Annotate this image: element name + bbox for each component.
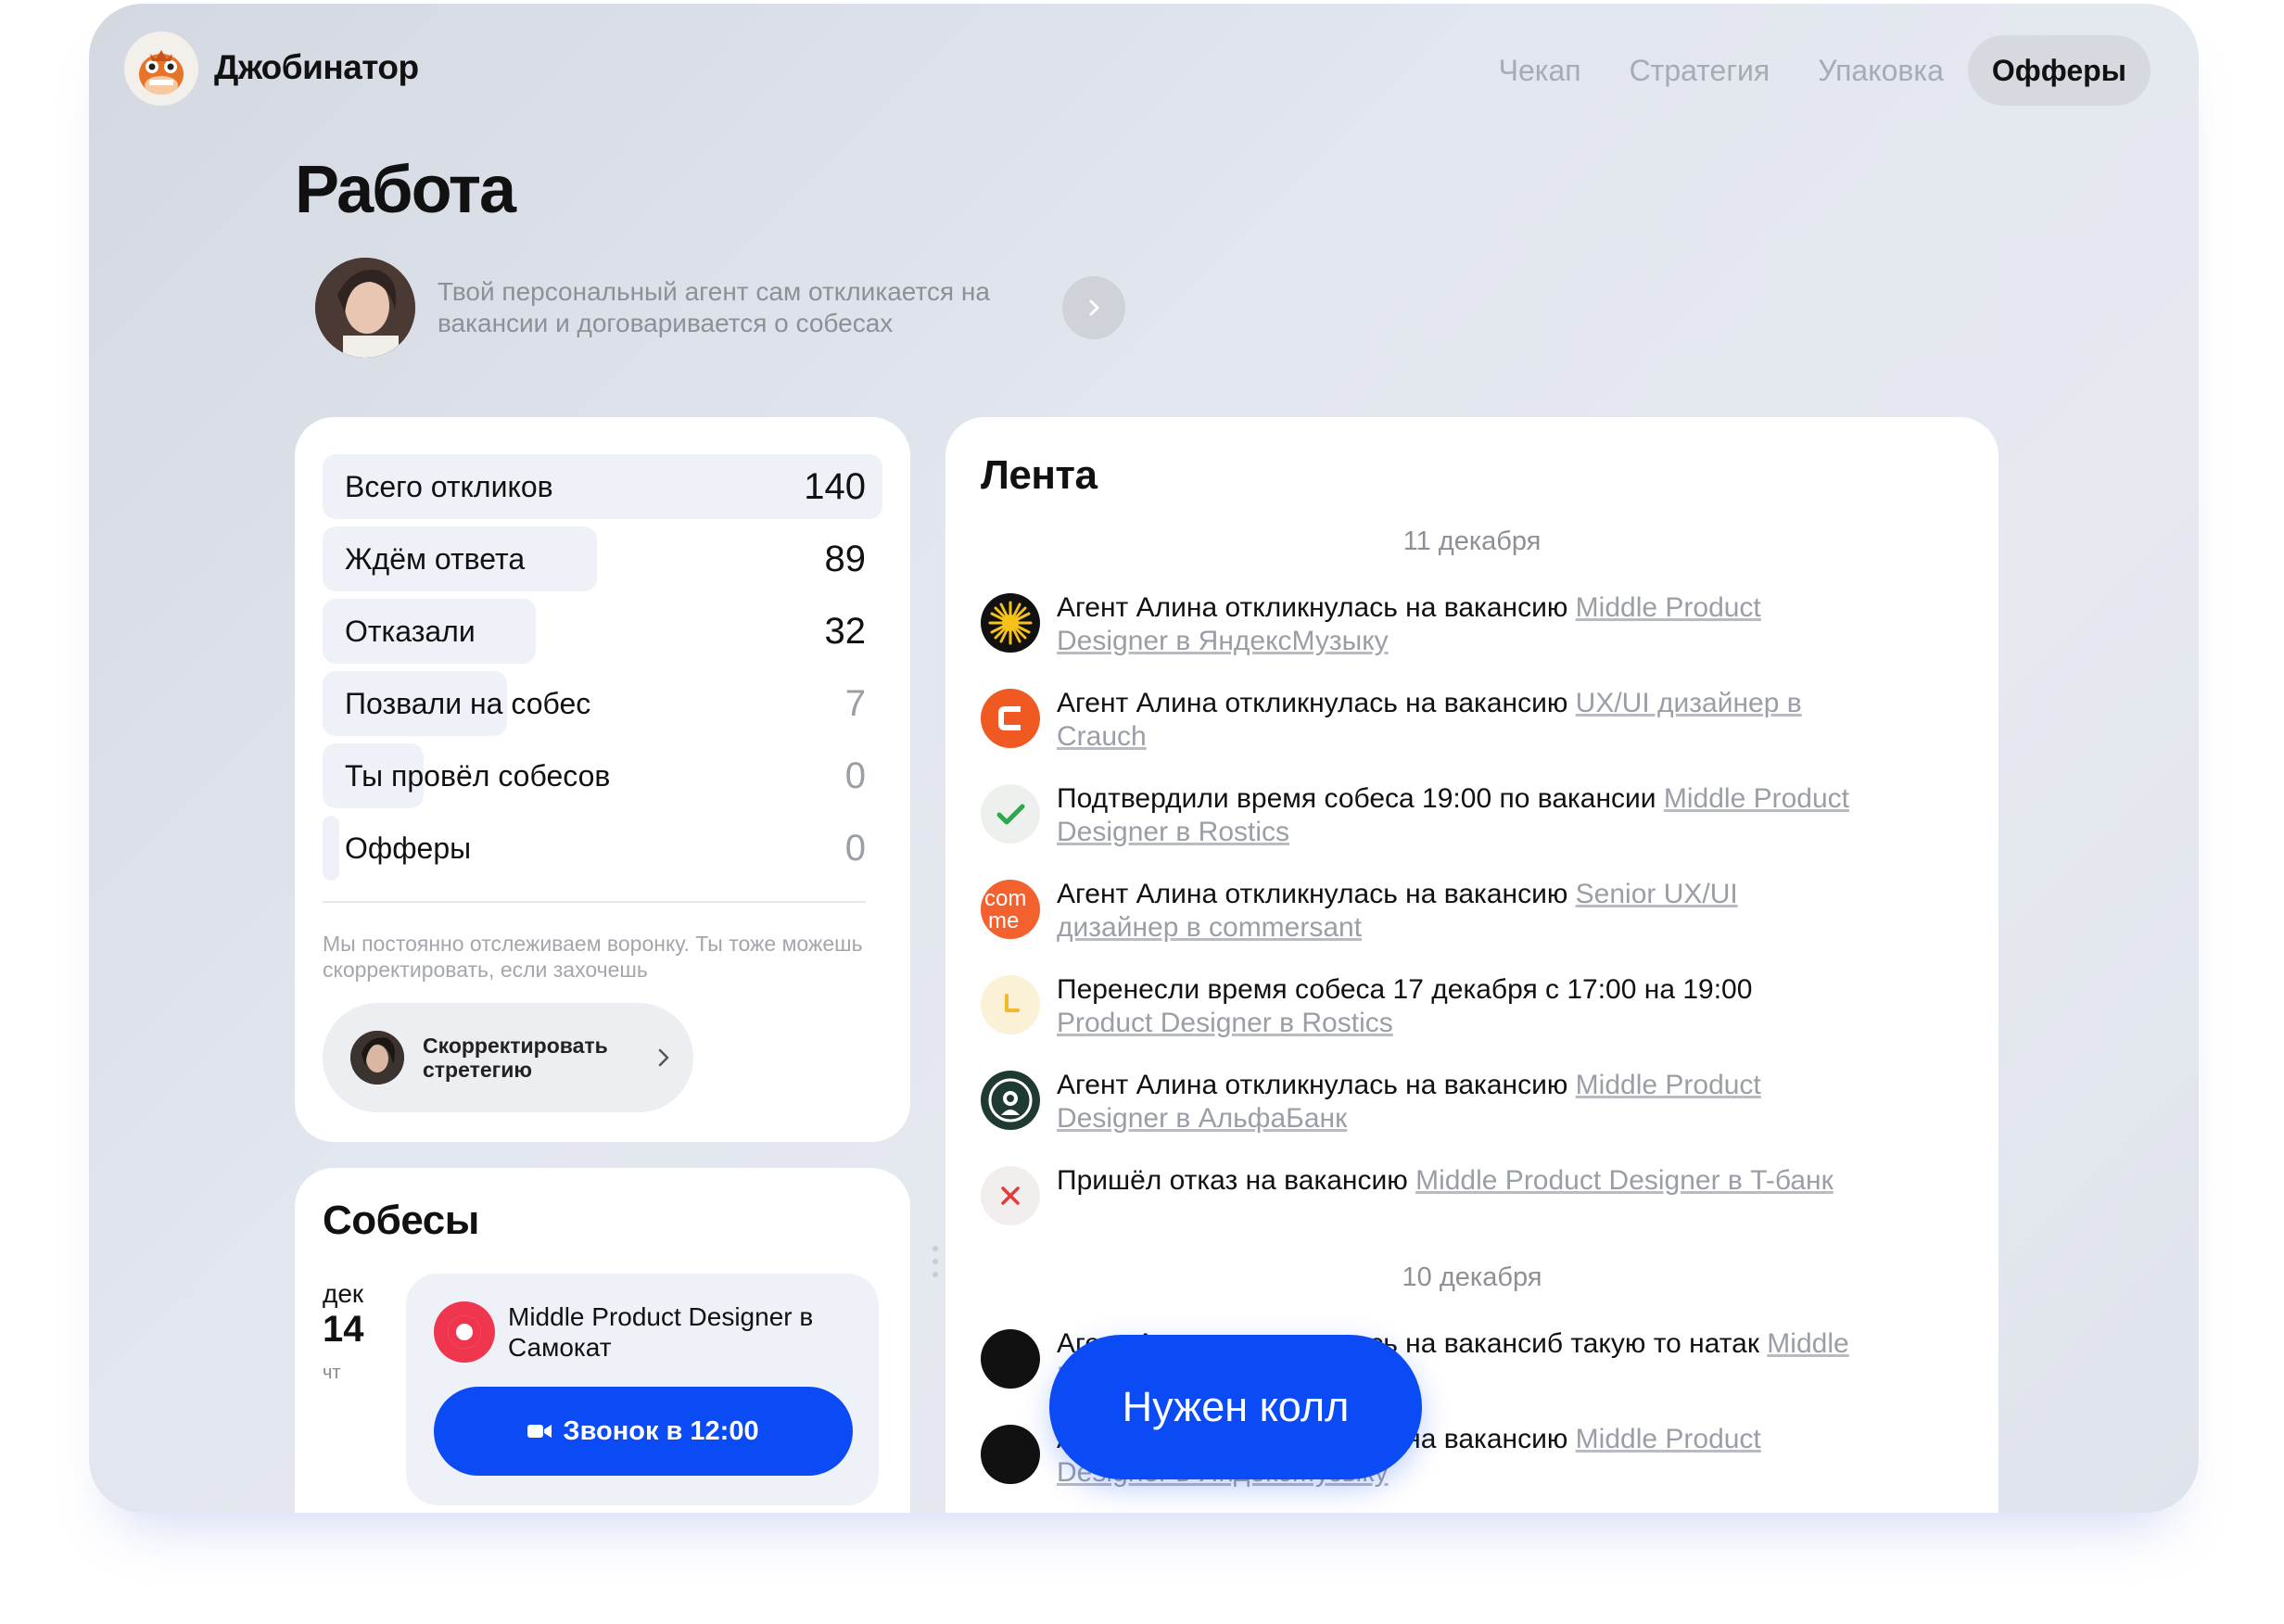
interviews-card: Собесы дек 14 чт Middle Product Designer… — [295, 1168, 910, 1513]
stat-row-rejected: Отказали 32 — [323, 599, 882, 664]
funnel-stats-card: Всего откликов 140 Ждём ответа 89 Отказа… — [295, 417, 910, 1142]
check-icon — [981, 784, 1040, 844]
feed-item: Агент Алина откликнулась на вакансию Mid… — [981, 591, 1852, 666]
feed-date-header: 11 декабря — [1402, 527, 1542, 556]
stat-row-total: Всего откликов 140 — [323, 454, 882, 519]
feed-title: Лента — [981, 452, 1098, 498]
nav-strategy[interactable]: Стратегия — [1605, 35, 1795, 106]
stat-row-invited: Позвали на собес 7 — [323, 671, 882, 736]
stat-value: 32 — [824, 611, 867, 652]
drag-handle-icon[interactable] — [933, 1246, 938, 1285]
feed-item-text: Агент Алина откликнулась на вакансию Mid… — [1057, 591, 1854, 658]
nav-offers[interactable]: Офферы — [1967, 35, 2151, 106]
interview-day: 14 — [323, 1309, 364, 1350]
stat-bar — [323, 816, 340, 881]
nav-checkup[interactable]: Чекап — [1475, 35, 1605, 106]
cross-icon — [981, 1166, 1040, 1225]
feed-item: com me Агент Алина откликнулась на ваканс… — [981, 878, 1852, 952]
clock-icon — [981, 975, 1040, 1034]
agent-avatar — [315, 258, 415, 358]
feed-item-text: Агент Алина откликнулась на вакансию Sen… — [1057, 878, 1854, 945]
stat-value: 7 — [844, 683, 866, 724]
company-logo-icon — [981, 1425, 1040, 1484]
stat-row-offers: Офферы 0 — [323, 816, 882, 881]
crauch-logo-icon — [981, 689, 1040, 748]
interview-month: дек — [323, 1279, 364, 1308]
feed-item-text: Подтвердили время собеса 19:00 по ваканс… — [1057, 782, 1854, 849]
stat-label: Всего откликов — [345, 470, 553, 503]
need-call-button[interactable]: Нужен колл — [1049, 1335, 1422, 1479]
adjust-strategy-label: Скорректировать стретегию — [423, 1034, 608, 1082]
samokat-logo-icon — [434, 1301, 495, 1363]
feed-item-message: Подтвердили время собеса 19:00 по ваканс… — [1057, 783, 1664, 814]
stat-label: Отказали — [345, 615, 476, 648]
interview-weekday: чт — [323, 1363, 341, 1383]
stat-label: Позвали на собес — [345, 687, 591, 720]
top-nav: Чекап Стратегия Упаковка Офферы — [1475, 35, 2151, 106]
commersant-logo-icon: com me — [981, 880, 1040, 939]
stat-value: 0 — [844, 828, 866, 869]
feed-item: Агент Алина откликнулась на вакансию Mid… — [981, 1069, 1852, 1143]
stat-label: Ждём ответа — [345, 542, 526, 576]
app-logo-icon[interactable] — [124, 32, 198, 106]
feed-item: Подтвердили время собеса 19:00 по ваканс… — [981, 782, 1852, 856]
feed-item-text: Агент Алина откликнулась на вакансию UX/… — [1057, 687, 1854, 754]
vacancy-link[interactable]: Middle Product Designer в T-банк — [1415, 1165, 1834, 1196]
interviews-title: Собесы — [323, 1198, 479, 1243]
stat-label: Ты провёл собесов — [345, 759, 611, 793]
nav-packaging[interactable]: Упаковка — [1794, 35, 1968, 106]
stat-value: 0 — [844, 755, 866, 796]
app-window: Джобинатор Чекап Стратегия Упаковка Оффе… — [89, 4, 2199, 1513]
stat-row-waiting: Ждём ответа 89 — [323, 527, 882, 591]
company-logo-icon — [981, 1329, 1040, 1389]
join-call-label: Звонок в 12:00 — [563, 1415, 759, 1446]
chevron-right-icon — [658, 1048, 669, 1067]
svg-text:com: com — [984, 886, 1026, 911]
svg-text:me: me — [988, 908, 1019, 933]
stat-row-conducted: Ты провёл собесов 0 — [323, 743, 882, 808]
feed-item-message: Агент Алина откликнулась на вакансию — [1057, 1070, 1576, 1100]
divider — [323, 901, 866, 903]
video-camera-icon — [527, 1425, 552, 1438]
feed-item-message: Агент Алина откликнулась на вакансию — [1057, 879, 1576, 909]
agent-arrow-button[interactable] — [1062, 276, 1125, 339]
feed-item: Агент Алина откликнулась на вакансию UX/… — [981, 687, 1852, 761]
vacancy-link[interactable]: Product Designer в Rostics — [1057, 1008, 1393, 1038]
sun-icon — [981, 593, 1040, 653]
feed-item: Пришёл отказ на вакансию Middle Product … — [981, 1164, 1852, 1238]
funnel-note: Мы постоянно отслеживаем воронку. Ты тож… — [323, 932, 863, 982]
advisor-avatar — [350, 1031, 404, 1085]
feed-item-text: Перенесли время собеса 17 декабря с 17:0… — [1057, 973, 1854, 1040]
interview-job-title: Middle Product Designer в Самокат — [508, 1302, 814, 1362]
feed-item-message: Перенесли время собеса 17 декабря с 17:0… — [1057, 974, 1753, 1005]
agent-description: Твой персональный агент сам откликается … — [438, 277, 990, 337]
feed-item-text: Агент Алина откликнулась на вакансию Mid… — [1057, 1069, 1854, 1136]
feed-date-header: 10 декабря — [1402, 1262, 1542, 1292]
app-title: Джобинатор — [214, 48, 419, 86]
agent-banner: Твой персональный агент сам откликается … — [315, 258, 1125, 358]
starbucks-logo-icon — [981, 1071, 1040, 1130]
page-title: Работа — [295, 153, 516, 227]
feed-item-text: Пришёл отказ на вакансию Middle Product … — [1057, 1164, 1854, 1198]
feed-item-message: Пришёл отказ на вакансию — [1057, 1165, 1416, 1196]
feed-item: Перенесли время собеса 17 декабря с 17:0… — [981, 973, 1852, 1047]
join-call-button[interactable]: Звонок в 12:00 — [434, 1387, 853, 1476]
interview-item[interactable]: Middle Product Designer в Самокат Звонок… — [406, 1274, 879, 1505]
feed-item-message: Агент Алина откликнулась на вакансию — [1057, 688, 1576, 718]
adjust-strategy-button[interactable]: Скорректировать стретегию — [323, 1003, 693, 1112]
feed-item-message: Агент Алина откликнулась на вакансию — [1057, 592, 1576, 623]
stat-value: 89 — [824, 539, 867, 579]
chevron-right-icon — [1089, 299, 1099, 316]
stat-value: 140 — [804, 466, 866, 507]
stat-label: Офферы — [345, 831, 472, 865]
